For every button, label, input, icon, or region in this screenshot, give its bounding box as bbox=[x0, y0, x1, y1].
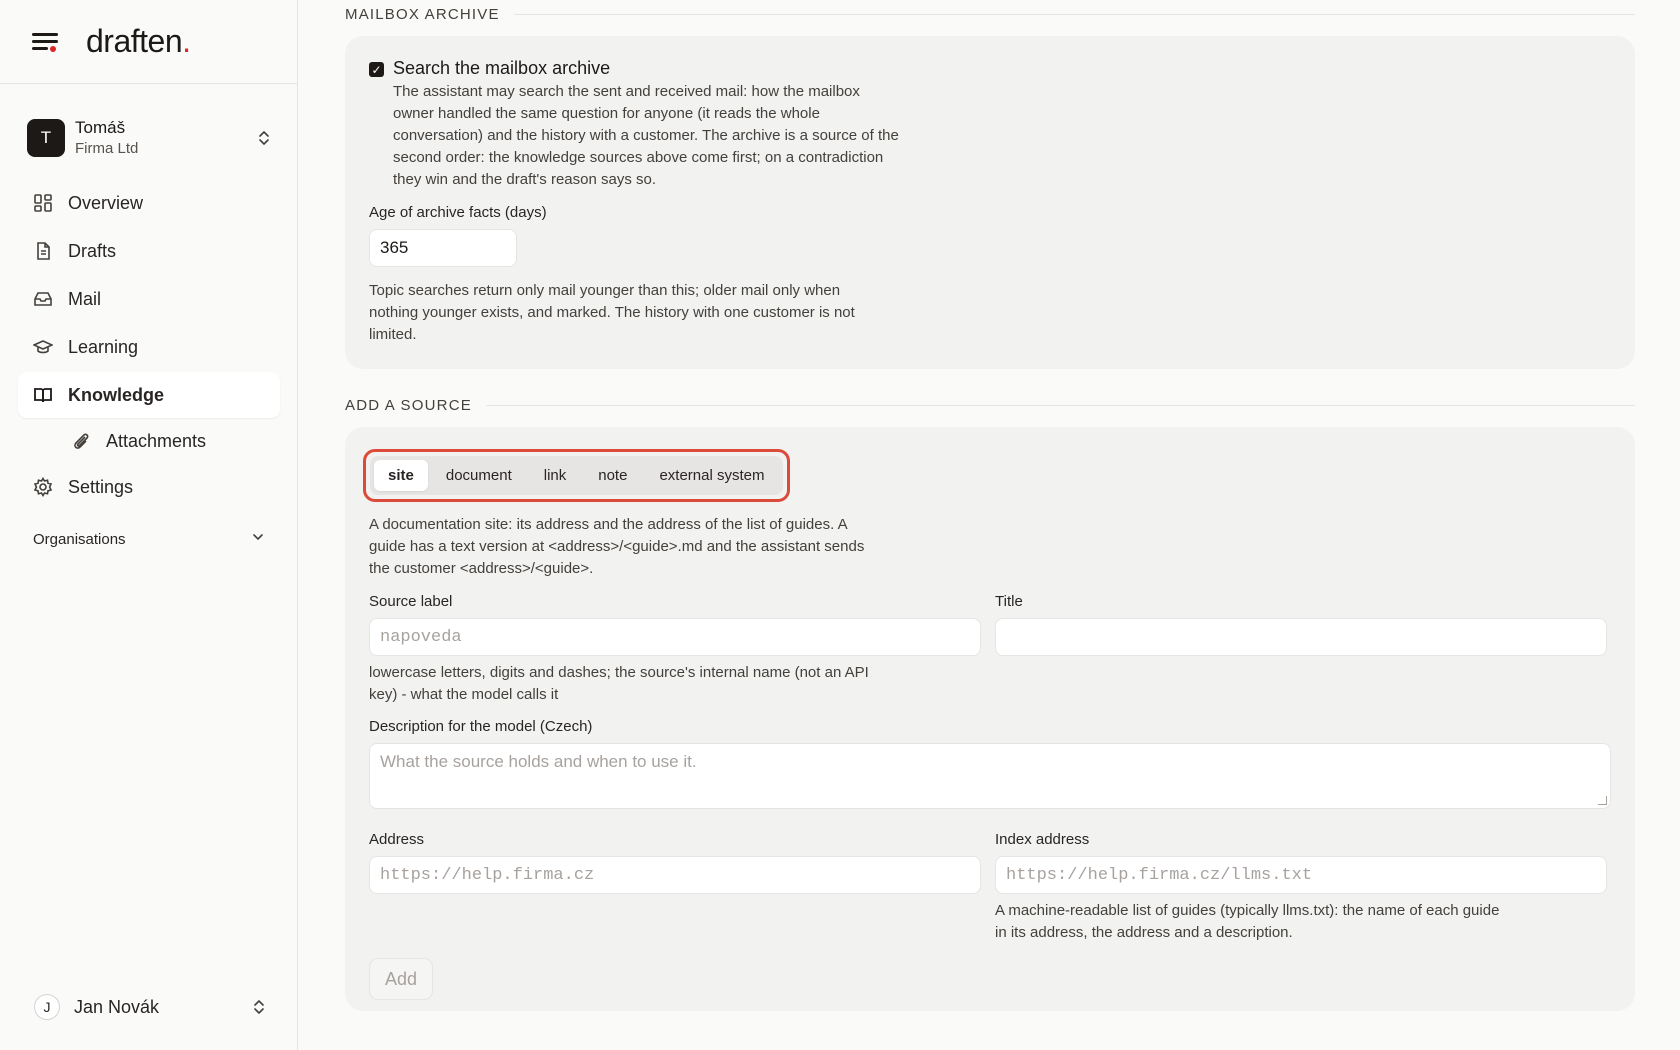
sidebar-item-drafts[interactable]: Drafts bbox=[18, 228, 280, 274]
menu-icon[interactable] bbox=[32, 30, 62, 54]
chevron-up-down-icon bbox=[255, 126, 273, 150]
archive-description: The assistant may search the sent and re… bbox=[393, 83, 899, 188]
sidebar-item-attachments[interactable]: Attachments bbox=[18, 420, 280, 462]
sidebar-item-label: Drafts bbox=[68, 240, 117, 261]
age-input[interactable]: 365 bbox=[369, 229, 517, 267]
organisations-label: Organisations bbox=[33, 530, 126, 548]
section-heading-add-source: ADD A SOURCE bbox=[345, 391, 1635, 419]
sidebar-item-label: Knowledge bbox=[68, 384, 165, 405]
sidebar-item-label: Overview bbox=[68, 192, 144, 213]
account-avatar: T bbox=[27, 119, 65, 157]
address-input[interactable]: https://help.firma.cz bbox=[369, 856, 981, 894]
address-label: Address bbox=[369, 831, 425, 848]
paperclip-icon bbox=[70, 430, 92, 452]
graduation-cap-icon bbox=[32, 336, 54, 358]
user-avatar: J bbox=[34, 994, 60, 1020]
tab-site[interactable]: site bbox=[374, 460, 428, 491]
sidebar-item-label: Learning bbox=[68, 336, 139, 357]
sidebar-item-label: Settings bbox=[68, 476, 134, 497]
resize-handle-icon[interactable] bbox=[1598, 796, 1607, 805]
section-heading-archive: MAILBOX ARCHIVE bbox=[345, 0, 1635, 28]
account-switcher[interactable]: T Tomáš Firma Ltd bbox=[27, 117, 273, 159]
tab-note[interactable]: note bbox=[584, 460, 641, 491]
sidebar-item-label: Mail bbox=[68, 288, 102, 309]
source-type-tabs-highlight: site document link note external system bbox=[363, 449, 790, 502]
title-label: Title bbox=[995, 593, 1023, 610]
tab-link[interactable]: link bbox=[530, 460, 581, 491]
sidebar-item-overview[interactable]: Overview bbox=[18, 180, 280, 226]
logo: draften. bbox=[86, 23, 191, 59]
source-label-input[interactable]: napoveda bbox=[369, 618, 981, 656]
tab-document[interactable]: document bbox=[432, 460, 526, 491]
book-icon bbox=[32, 384, 54, 406]
gear-icon bbox=[32, 476, 54, 498]
description-placeholder: What the source holds and when to use it… bbox=[380, 752, 697, 771]
index-address-input[interactable]: https://help.firma.cz/llms.txt bbox=[995, 856, 1607, 894]
age-label: Age of archive facts (days) bbox=[369, 204, 547, 221]
sidebar-item-knowledge[interactable]: Knowledge bbox=[18, 372, 280, 418]
grid-icon bbox=[32, 192, 54, 214]
brand-bar: draften. bbox=[0, 0, 297, 84]
tab-external-system[interactable]: external system bbox=[645, 460, 778, 491]
sidebar-item-label: Attachments bbox=[106, 430, 207, 451]
source-label-label: Source label bbox=[369, 593, 453, 610]
archive-checkbox-label[interactable]: Search the mailbox archive bbox=[393, 58, 610, 79]
index-address-help: A machine-readable list of guides (typic… bbox=[995, 902, 1500, 941]
user-name: Jan Novák bbox=[74, 996, 160, 1017]
account-name: Tomáš bbox=[75, 118, 126, 137]
sidebar-item-learning[interactable]: Learning bbox=[18, 324, 280, 370]
age-help: Topic searches return only mail younger … bbox=[369, 282, 855, 343]
archive-checkbox-row[interactable]: ✓ Search the mailbox archive bbox=[369, 58, 1611, 79]
inbox-icon bbox=[32, 288, 54, 310]
add-button[interactable]: Add bbox=[369, 958, 433, 1000]
source-type-help: A documentation site: its address and th… bbox=[369, 516, 865, 577]
chevron-up-down-icon bbox=[250, 995, 268, 1019]
sidebar: draften. T Tomáš Firma Ltd Overview Draf… bbox=[0, 0, 298, 1050]
archive-card: ✓ Search the mailbox archive The assista… bbox=[345, 36, 1635, 369]
source-label-help: lowercase letters, digits and dashes; th… bbox=[369, 664, 869, 703]
organisations-toggle[interactable]: Organisations bbox=[33, 530, 265, 548]
sidebar-item-settings[interactable]: Settings bbox=[18, 464, 280, 510]
sidebar-item-mail[interactable]: Mail bbox=[18, 276, 280, 322]
description-label: Description for the model (Czech) bbox=[369, 718, 593, 735]
document-icon bbox=[32, 240, 54, 262]
main-content: MAILBOX ARCHIVE ✓ Search the mailbox arc… bbox=[345, 0, 1635, 1011]
archive-checkbox[interactable]: ✓ bbox=[369, 62, 384, 77]
description-textarea[interactable]: What the source holds and when to use it… bbox=[369, 743, 1611, 809]
title-input[interactable] bbox=[995, 618, 1607, 656]
add-source-card: site document link note external system … bbox=[345, 427, 1635, 1011]
sidebar-nav: Overview Drafts Mail Learning Knowledge bbox=[18, 180, 280, 512]
account-org: Firma Ltd bbox=[75, 140, 139, 157]
index-address-label: Index address bbox=[995, 831, 1090, 848]
user-menu[interactable]: J Jan Novák bbox=[34, 994, 268, 1020]
chevron-down-icon bbox=[251, 530, 265, 548]
source-type-tabs: site document link note external system bbox=[370, 456, 783, 495]
